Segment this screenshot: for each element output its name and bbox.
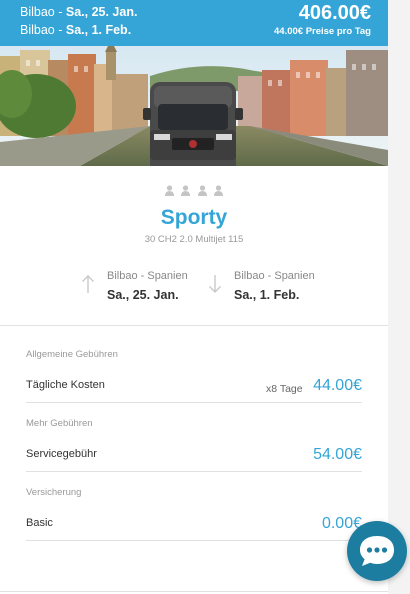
footer-divider [0,591,388,592]
arrow-up-icon [82,275,94,293]
return-location: Bilbao - Spanien [234,270,315,282]
daily-cost-label: Tägliche Kosten [26,379,105,391]
total-price: 406.00€ [298,2,371,24]
return-date: Sa., 1. Feb. [234,288,300,302]
vehicle-model: 30 CH2 2.0 Multijet 115 [144,234,244,245]
row-divider [26,471,362,472]
general-fees-title: Allgemeine Gebühren [26,349,118,360]
booking-summary: Bilbao - Sa., 25. Jan. Bilbao - Sa., 1. … [0,0,388,594]
vehicle-photo [0,46,388,166]
arrow-down-icon [209,275,221,293]
vehicle-name: Sporty [160,206,228,229]
passenger-capacity [0,183,388,201]
pickup-location: Bilbao - Spanien [107,270,188,282]
person-icon [181,185,191,196]
pickup-summary: Bilbao - Sa., 25. Jan. [20,5,138,19]
row-divider [26,540,362,541]
service-fee-label: Servicegebühr [26,448,97,460]
chat-button[interactable] [347,521,407,581]
row-divider [26,402,362,403]
price-header: Bilbao - Sa., 25. Jan. Bilbao - Sa., 1. … [0,0,388,46]
scrollbar-track[interactable] [388,0,410,594]
insurance-basic-label: Basic [26,517,53,529]
person-icon [164,185,174,196]
chat-bubble-icon [360,536,394,566]
section-divider [0,325,388,326]
service-fee-amount: 54.00€ [313,446,362,463]
insurance-title: Versicherung [26,487,82,498]
return-summary: Bilbao - Sa., 1. Feb. [20,23,132,37]
pickup-date: Sa., 25. Jan. [107,288,179,302]
person-icon [197,185,207,196]
daily-cost-amount: 44.00€ [313,377,362,394]
daily-cost-days: x8 Tage [266,383,303,395]
person-icon [214,185,224,196]
price-per-day: 44.00€ Preise pro Tag [274,26,371,37]
more-fees-title: Mehr Gebühren [26,418,93,429]
